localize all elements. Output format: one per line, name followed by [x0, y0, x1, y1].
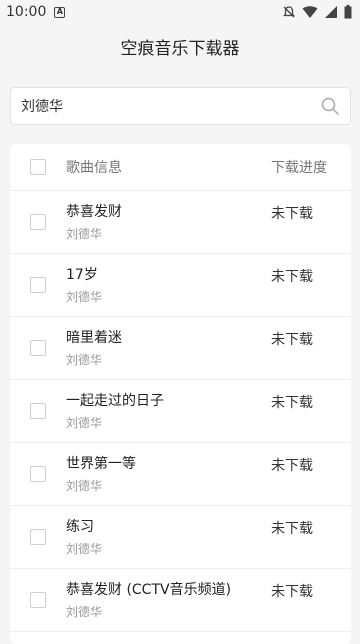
song-title: 暗里着迷 [66, 330, 122, 346]
song-table: 歌曲信息 下载进度 恭喜发财 刘德华 未下载 17岁 刘德华 未下载 暗里着迷 … [10, 144, 351, 644]
table-row[interactable]: 恭喜发财 (CCTV音乐频道) 刘德华 未下载 [10, 569, 351, 632]
search-icon[interactable] [320, 96, 340, 116]
row-checkbox[interactable] [30, 214, 46, 230]
row-checkbox[interactable] [30, 403, 46, 419]
status-bar: 10:00 A [0, 0, 360, 24]
table-row[interactable]: 17岁 刘德华 未下载 [10, 254, 351, 317]
song-artist: 刘德华 [66, 290, 103, 304]
download-status: 未下载 [271, 332, 313, 348]
status-icons [282, 5, 352, 19]
song-title: 17岁 [66, 267, 98, 283]
battery-icon [344, 5, 352, 19]
wifi-icon [302, 6, 318, 18]
table-header: 歌曲信息 下载进度 [10, 144, 351, 191]
song-title: 恭喜发财 [66, 204, 122, 220]
song-artist: 刘德华 [66, 227, 103, 241]
song-artist: 刘德华 [66, 416, 103, 430]
notification-icon: A [54, 6, 66, 18]
table-row[interactable]: 暗里着迷 刘德华 未下载 [10, 317, 351, 380]
row-checkbox[interactable] [30, 529, 46, 545]
signal-icon [325, 6, 337, 18]
download-status: 未下载 [271, 269, 313, 285]
app-header: 空痕音乐下载器 [0, 24, 360, 68]
row-checkbox[interactable] [30, 592, 46, 608]
table-row[interactable]: 恭喜发财 刘德华 未下载 [10, 191, 351, 254]
header-download-progress: 下载进度 [271, 160, 327, 176]
download-status: 未下载 [271, 584, 313, 600]
row-checkbox[interactable] [30, 466, 46, 482]
row-checkbox[interactable] [30, 340, 46, 356]
song-title: 练习 [66, 519, 94, 535]
song-title: 恭喜发财 (CCTV音乐频道) [66, 582, 232, 598]
table-row[interactable]: 一起走过的日子 刘德华 未下载 [10, 380, 351, 443]
download-status: 未下载 [271, 521, 313, 537]
mute-bell-icon [283, 6, 295, 18]
download-status: 未下载 [271, 458, 313, 474]
status-time: 10:00 [6, 4, 47, 20]
select-all-checkbox[interactable] [30, 159, 46, 175]
search-box[interactable] [10, 87, 351, 125]
app-title: 空痕音乐下载器 [120, 38, 240, 59]
download-status: 未下载 [271, 395, 313, 411]
song-artist: 刘德华 [66, 479, 103, 493]
song-title: 世界第一等 [66, 456, 136, 472]
song-artist: 刘德华 [66, 353, 103, 367]
song-artist: 刘德华 [66, 605, 103, 619]
download-status: 未下载 [271, 206, 313, 222]
row-checkbox[interactable] [30, 277, 46, 293]
header-song-info: 歌曲信息 [66, 160, 122, 176]
table-row[interactable]: 世界第一等 刘德华 未下载 [10, 443, 351, 506]
search-input[interactable] [21, 98, 320, 114]
table-row[interactable]: 练习 刘德华 未下载 [10, 506, 351, 569]
song-title: 一起走过的日子 [66, 393, 164, 409]
song-artist: 刘德华 [66, 542, 103, 556]
